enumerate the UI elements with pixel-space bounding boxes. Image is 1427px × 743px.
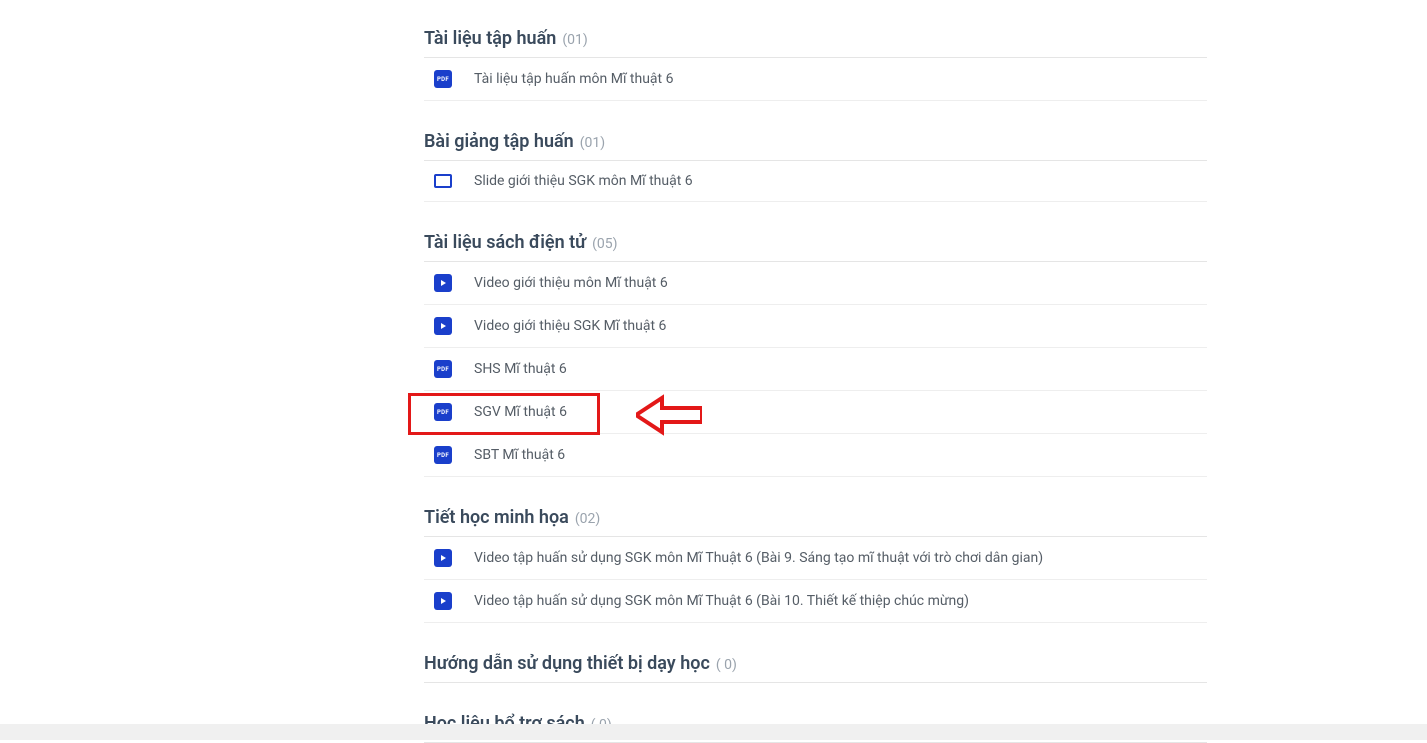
section-count: (02) (575, 511, 600, 527)
list-item[interactable]: Video tập huấn sử dụng SGK môn Mĩ Thuật … (424, 537, 1207, 580)
video-icon (434, 592, 452, 610)
section-header: Tiết học minh họa (02) (424, 507, 1207, 537)
list-item[interactable]: PDF SHS Mĩ thuật 6 (424, 348, 1207, 391)
list-item-label: Tài liệu tập huấn môn Mĩ thuật 6 (474, 71, 673, 87)
section-title: Tiết học minh họa (424, 507, 569, 528)
list-item[interactable]: Video giới thiệu SGK Mĩ thuật 6 (424, 305, 1207, 348)
pdf-icon: PDF (434, 403, 452, 421)
section-header: Bài giảng tập huấn (01) (424, 131, 1207, 161)
video-icon (434, 317, 452, 335)
section-count: (01) (580, 135, 605, 151)
list-item[interactable]: Video giới thiệu môn Mĩ thuật 6 (424, 262, 1207, 305)
slide-icon (434, 174, 452, 188)
section-header: Tài liệu tập huấn (01) (424, 28, 1207, 58)
list-item-label: Video tập huấn sử dụng SGK môn Mĩ Thuật … (474, 550, 1043, 566)
section-title: Hướng dẫn sử dụng thiết bị dạy học (424, 653, 710, 674)
section-header: Hướng dẫn sử dụng thiết bị dạy học ( 0) (424, 653, 1207, 683)
list-item-label: SBT Mĩ thuật 6 (474, 447, 565, 463)
list-item[interactable]: PDF Tài liệu tập huấn môn Mĩ thuật 6 (424, 58, 1207, 101)
section: Hướng dẫn sử dụng thiết bị dạy học ( 0) (424, 653, 1207, 683)
section-title: Tài liệu tập huấn (424, 28, 556, 49)
list-item-label: Video tập huấn sử dụng SGK môn Mĩ Thuật … (474, 593, 969, 609)
list-item-label: Video giới thiệu SGK Mĩ thuật 6 (474, 318, 666, 334)
list-item-label: Video giới thiệu môn Mĩ thuật 6 (474, 275, 668, 291)
video-icon (434, 274, 452, 292)
section-title: Bài giảng tập huấn (424, 131, 574, 152)
list-item-label: SGV Mĩ thuật 6 (474, 404, 567, 420)
section-count: ( 0) (716, 657, 737, 673)
list-item-label: Slide giới thiệu SGK môn Mĩ thuật 6 (474, 173, 693, 189)
section: Tài liệu sách điện tử (05) Video giới thiệ… (424, 232, 1207, 477)
pdf-icon: PDF (434, 360, 452, 378)
pdf-icon: PDF (434, 70, 452, 88)
section-count: (05) (592, 236, 617, 252)
section: Tiết học minh họa (02) Video tập huấn sử d… (424, 507, 1207, 623)
bottom-bar (0, 724, 1427, 740)
section: Tài liệu tập huấn (01) PDF Tài liệu tập huấ… (424, 28, 1207, 101)
list-item[interactable]: PDF SBT Mĩ thuật 6 (424, 434, 1207, 477)
section-title: Tài liệu sách điện tử (424, 232, 586, 253)
list-item-label: SHS Mĩ thuật 6 (474, 361, 567, 377)
pdf-icon: PDF (434, 446, 452, 464)
list-item[interactable]: Slide giới thiệu SGK môn Mĩ thuật 6 (424, 161, 1207, 202)
section-count: (01) (562, 32, 587, 48)
video-icon (434, 549, 452, 567)
section-header: Tài liệu sách điện tử (05) (424, 232, 1207, 262)
section: Bài giảng tập huấn (01) Slide giới thiệu S… (424, 131, 1207, 202)
list-item[interactable]: PDF SGV Mĩ thuật 6 (424, 391, 1207, 434)
list-item[interactable]: Video tập huấn sử dụng SGK môn Mĩ Thuật … (424, 580, 1207, 623)
